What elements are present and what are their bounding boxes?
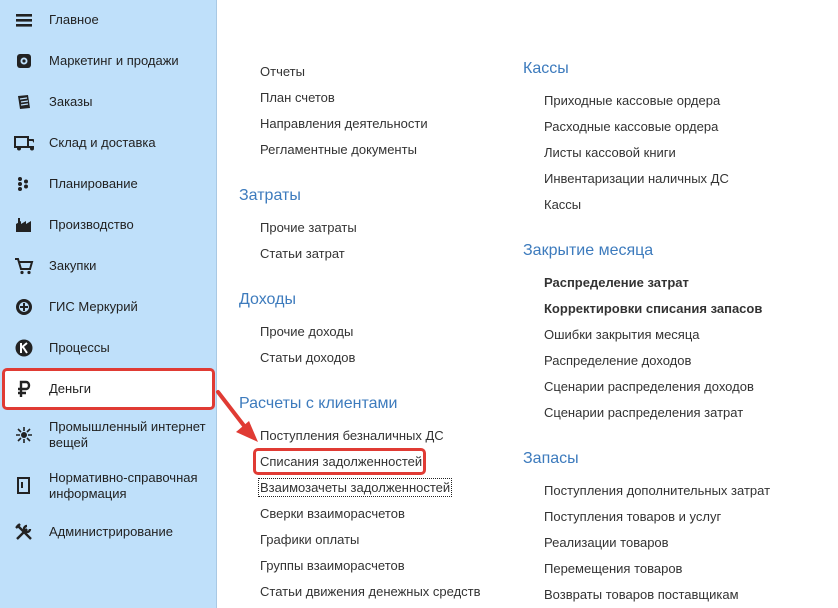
link-debt-writeoffs[interactable]: Списания задолженностей (260, 454, 422, 469)
link-cash-expense-orders[interactable]: Расходные кассовые ордера (544, 119, 718, 134)
link-supplier-returns[interactable]: Возвраты товаров поставщикам (544, 587, 739, 602)
link-additional-cost-receipts[interactable]: Поступления дополнительных затрат (544, 483, 770, 498)
link-cash-flow-items[interactable]: Статьи движения денежных средств (260, 584, 481, 599)
link-other-income[interactable]: Прочие доходы (260, 324, 353, 339)
sidebar-item-reference[interactable]: Нормативно-справочная информация (0, 469, 216, 503)
processes-icon (14, 338, 34, 358)
sidebar: Главное Маркетинг и продажи Заказы Склад… (0, 0, 217, 608)
group-title-stock: Запасы (523, 450, 579, 467)
link-cost-distribution[interactable]: Распределение затрат (544, 275, 689, 290)
sidebar-item-label: Главное (49, 12, 99, 27)
link-month-close-errors[interactable]: Ошибки закрытия месяца (544, 327, 700, 342)
sidebar-item-label: Нормативно-справочная информация (49, 470, 198, 501)
sidebar-item-orders[interactable]: Заказы (0, 92, 216, 112)
link-stock-writeoff-corrections[interactable]: Корректировки списания запасов (544, 301, 762, 316)
sidebar-item-label: Промышленный интернет вещей (49, 419, 206, 450)
sidebar-item-iot[interactable]: Промышленный интернет вещей (0, 418, 216, 452)
link-income-distribution[interactable]: Распределение доходов (544, 353, 691, 368)
sidebar-item-label: Маркетинг и продажи (49, 53, 179, 68)
sidebar-item-label: ГИС Меркурий (49, 299, 138, 314)
planning-icon (14, 174, 34, 194)
link-activity-directions[interactable]: Направления деятельности (260, 116, 428, 131)
link-income-items[interactable]: Статьи доходов (260, 350, 355, 365)
link-income-distribution-scenarios[interactable]: Сценарии распределения доходов (544, 379, 754, 394)
link-regulatory-documents[interactable]: Регламентные документы (260, 142, 417, 157)
group-title-month-close: Закрытие месяца (523, 242, 654, 259)
sidebar-item-label: Закупки (49, 258, 97, 273)
sidebar-item-purchases[interactable]: Закупки (0, 256, 216, 276)
sidebar-item-mercury[interactable]: ГИС Меркурий (0, 297, 216, 317)
admin-icon (14, 522, 34, 542)
sidebar-item-processes[interactable]: Процессы (0, 338, 216, 358)
mercury-icon (14, 297, 34, 317)
sidebar-item-main[interactable]: Главное (0, 10, 216, 30)
link-other-costs[interactable]: Прочие затраты (260, 220, 357, 235)
link-payment-schedules[interactable]: Графики оплаты (260, 532, 359, 547)
link-non-cash-receipts[interactable]: Поступления безналичных ДС (260, 428, 444, 443)
sidebar-item-label: Производство (49, 217, 134, 232)
menu-icon (14, 10, 34, 30)
sidebar-item-marketing[interactable]: Маркетинг и продажи (0, 51, 216, 71)
sidebar-item-planning[interactable]: Планирование (0, 174, 216, 194)
link-cash-desks[interactable]: Кассы (544, 197, 581, 212)
link-goods-services-receipts[interactable]: Поступления товаров и услуг (544, 509, 721, 524)
group-title-income: Доходы (239, 291, 296, 308)
sidebar-item-label: Заказы (49, 94, 93, 109)
group-title-client-settlements: Расчеты с клиентами (239, 395, 398, 412)
sidebar-item-admin[interactable]: Администрирование (0, 522, 216, 542)
link-reports[interactable]: Отчеты (260, 64, 305, 79)
link-cash-receipt-orders[interactable]: Приходные кассовые ордера (544, 93, 720, 108)
link-chart-of-accounts[interactable]: План счетов (260, 90, 335, 105)
truck-icon (14, 133, 34, 153)
sidebar-item-label: Склад и доставка (49, 135, 156, 150)
link-cost-items[interactable]: Статьи затрат (260, 246, 345, 261)
sidebar-item-label: Деньги (49, 381, 91, 396)
link-cash-book-sheets[interactable]: Листы кассовой книги (544, 145, 676, 160)
sidebar-item-production[interactable]: Производство (0, 215, 216, 235)
group-title-cash: Кассы (523, 60, 569, 77)
cart-icon (14, 256, 34, 276)
factory-icon (14, 215, 34, 235)
iot-icon (14, 425, 34, 445)
link-goods-transfers[interactable]: Перемещения товаров (544, 561, 682, 576)
link-goods-sales[interactable]: Реализации товаров (544, 535, 669, 550)
link-settlement-reconciliations[interactable]: Сверки взаиморасчетов (260, 506, 405, 521)
ruble-icon (14, 379, 34, 399)
group-title-costs: Затраты (239, 187, 301, 204)
marketing-icon (14, 51, 34, 71)
link-cash-inventory[interactable]: Инвентаризации наличных ДС (544, 171, 729, 186)
link-debt-offsets[interactable]: Взаимозачеты задолженностей (257, 478, 453, 497)
sidebar-item-warehouse[interactable]: Склад и доставка (0, 133, 216, 153)
sidebar-item-label: Процессы (49, 340, 110, 355)
link-settlement-groups[interactable]: Группы взаиморасчетов (260, 558, 405, 573)
sidebar-item-label: Планирование (49, 176, 138, 191)
reference-icon (14, 476, 34, 496)
sidebar-item-label: Администрирование (49, 524, 173, 539)
orders-icon (14, 92, 34, 112)
sidebar-item-money[interactable]: Деньги (0, 379, 216, 399)
link-cost-distribution-scenarios[interactable]: Сценарии распределения затрат (544, 405, 743, 420)
